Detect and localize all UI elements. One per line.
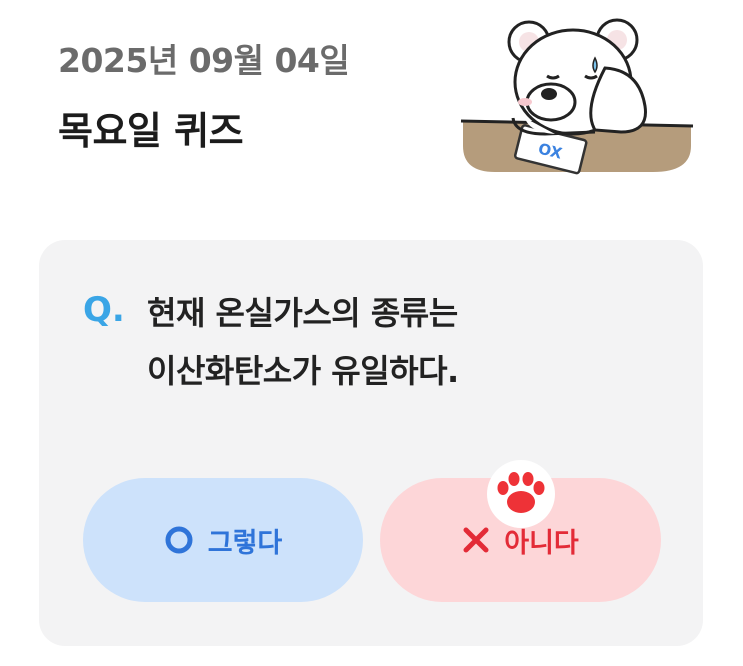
question-text: 현재 온실가스의 종류는 이산화탄소가 유일하다.: [147, 284, 667, 400]
paw-icon: [487, 460, 555, 528]
circle-o-icon: [165, 526, 193, 554]
question-line: 이산화탄소가 유일하다.: [147, 352, 459, 390]
quiz-date: 2025년 09월 04일: [58, 41, 350, 80]
page-title: 목요일 퀴즈: [58, 109, 244, 153]
bear-mascot-icon: OX: [460, 18, 694, 175]
answer-yes-label: 그렇다: [207, 527, 283, 559]
quiz-card: Q. 현재 온실가스의 종류는 이산화탄소가 유일하다. 그렇다 아니다: [39, 240, 703, 646]
question-marker: Q.: [83, 290, 125, 330]
question-line: 현재 온실가스의 종류는: [147, 294, 458, 332]
answer-yes-button[interactable]: 그렇다: [83, 478, 363, 602]
